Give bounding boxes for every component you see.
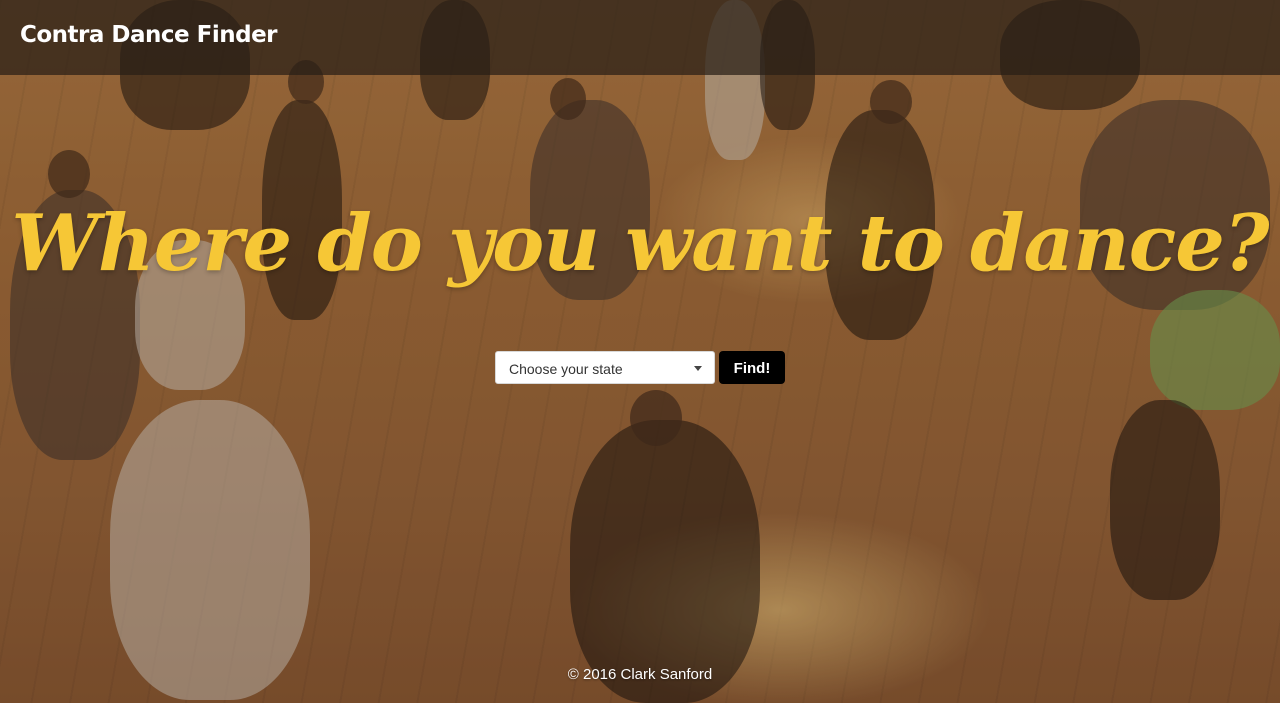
state-search-form: Choose your state Find! [495, 351, 785, 385]
state-select[interactable]: Choose your state [495, 351, 715, 384]
footer-copyright: © 2016 Clark Sanford [567, 666, 713, 683]
navbar: Contra Dance Finder [0, 0, 1280, 75]
brand-logo-link[interactable]: Contra Dance Finder [20, 22, 278, 48]
state-select-value: Choose your state [509, 361, 623, 377]
find-button[interactable]: Find! [719, 351, 785, 384]
hero-headline: Where do you want to dance? [11, 198, 1269, 289]
chevron-down-icon [694, 366, 702, 371]
